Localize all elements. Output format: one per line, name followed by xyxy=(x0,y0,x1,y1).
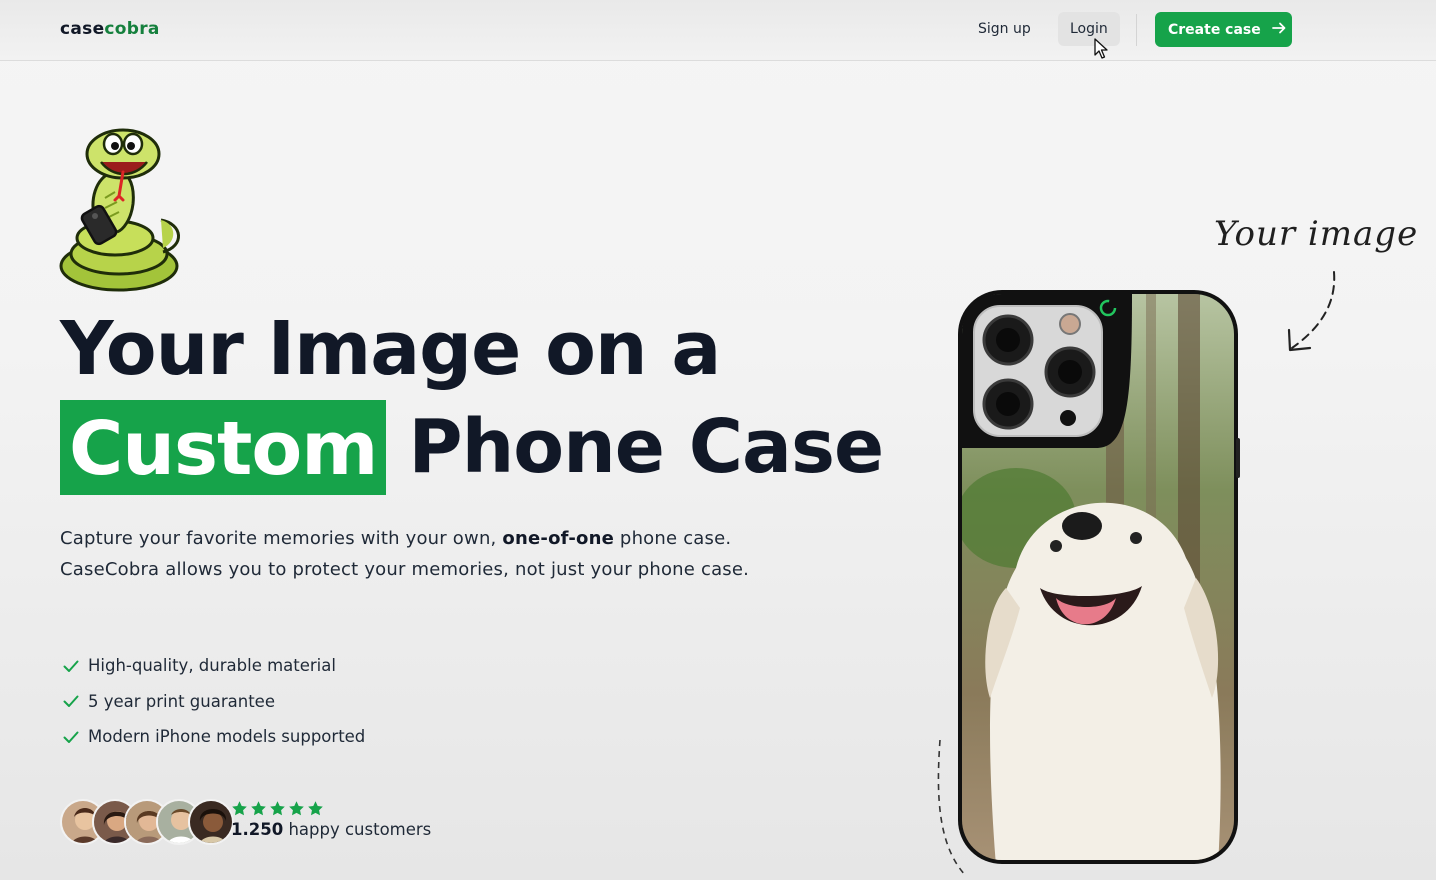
phone-case-preview xyxy=(956,288,1240,866)
headline-highlight: Custom xyxy=(60,399,387,495)
feature-list: High-quality, durable material 5 year pr… xyxy=(62,648,365,755)
feature-label: Modern iPhone models supported xyxy=(88,727,366,747)
feature-item: Modern iPhone models supported xyxy=(62,719,365,755)
create-case-label: Create case xyxy=(1168,21,1261,38)
headline-line-1: Your Image on a xyxy=(60,306,721,392)
snake-mascot-image xyxy=(57,128,185,299)
customers-label: happy customers xyxy=(283,820,432,839)
feature-item: High-quality, durable material xyxy=(62,648,365,684)
dashed-arrow-icon xyxy=(1287,271,1336,352)
rating-stars xyxy=(231,800,324,817)
signup-link[interactable]: Sign up xyxy=(966,12,1043,46)
description-part-1: Capture your favorite memories with your… xyxy=(60,528,503,549)
avatar xyxy=(188,799,234,845)
headline-line-2-rest: Phone Case xyxy=(408,404,884,490)
logo-accent-text: cobra xyxy=(104,19,160,39)
feature-item: 5 year print guarantee xyxy=(62,684,365,720)
star-icon xyxy=(270,801,285,816)
customers-count: 1.250 happy customers xyxy=(231,820,431,839)
feature-label: 5 year print guarantee xyxy=(88,691,275,711)
brand-logo[interactable]: casecobra xyxy=(60,19,160,39)
create-case-button[interactable]: Create case xyxy=(1155,12,1292,47)
hero-description: Capture your favorite memories with your… xyxy=(60,524,780,585)
customers-number: 1.250 xyxy=(231,820,284,839)
nav-divider xyxy=(1136,14,1137,46)
logo-main-text: case xyxy=(60,19,105,39)
hero-headline: Your Image on a Custom Phone Case xyxy=(60,300,884,496)
check-icon xyxy=(63,731,79,743)
customer-avatars xyxy=(60,799,234,845)
star-icon xyxy=(251,801,266,816)
star-icon xyxy=(232,801,247,816)
dashed-decoration xyxy=(937,739,967,877)
star-icon xyxy=(289,801,304,816)
star-icon xyxy=(308,801,323,816)
check-icon xyxy=(63,695,79,708)
headline-line-2: Custom Phone Case xyxy=(60,398,884,496)
feature-label: High-quality, durable material xyxy=(88,656,336,676)
login-link[interactable]: Login xyxy=(1058,12,1120,46)
mouse-cursor-icon xyxy=(1094,38,1108,65)
arrow-right-icon xyxy=(1271,20,1287,40)
your-image-handwriting: Your image xyxy=(1214,214,1419,254)
description-bold: one-of-one xyxy=(502,528,615,549)
navbar: casecobra Sign up Login Create case xyxy=(0,0,1436,61)
check-icon xyxy=(63,660,79,672)
